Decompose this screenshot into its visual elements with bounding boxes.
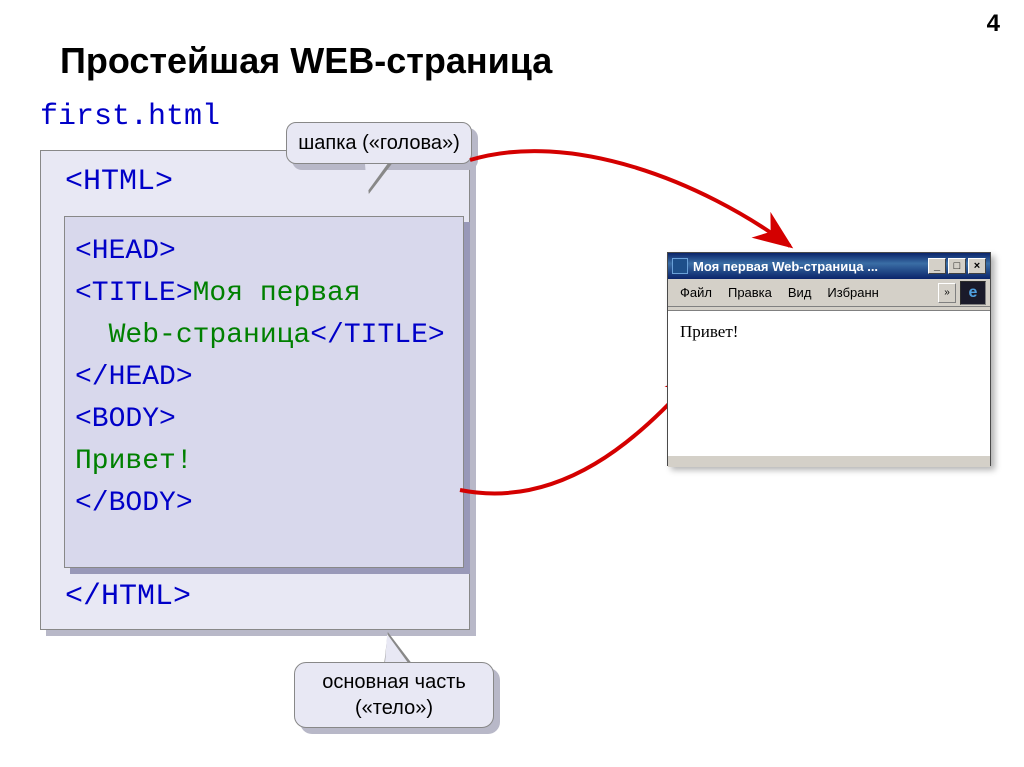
browser-window: Моя первая Web-страница ... _ □ × Файл П… — [667, 252, 991, 466]
browser-statusbar — [668, 455, 990, 467]
page-number: 4 — [987, 10, 1000, 38]
menu-edit[interactable]: Правка — [720, 283, 780, 302]
minimize-button[interactable]: _ — [928, 258, 946, 274]
code-inner-box: <HEAD> <TITLE>Моя первая Web-страница</T… — [64, 216, 464, 568]
code-html-close: </HTML> — [65, 580, 191, 614]
callout-bottom-line1: основная часть — [322, 669, 466, 695]
code-body-close: </BODY> — [75, 488, 193, 519]
code-title-text1: Моя первая — [193, 278, 361, 309]
code-title-text2: Web-страница — [109, 320, 311, 351]
browser-title-text: Моя первая Web-страница ... — [693, 259, 926, 274]
menu-view[interactable]: Вид — [780, 283, 820, 302]
code-title-open: <TITLE> — [75, 278, 193, 309]
browser-titlebar: Моя первая Web-страница ... _ □ × — [668, 253, 990, 279]
arrow-to-titlebar — [470, 151, 790, 246]
browser-menubar: Файл Правка Вид Избранн » e — [668, 279, 990, 307]
close-button[interactable]: × — [968, 258, 986, 274]
code-body-text: Привет! — [75, 446, 193, 477]
code-head-open: <HEAD> — [75, 236, 176, 267]
callout-bottom-line2: («тело») — [355, 695, 433, 721]
arrow-to-content — [460, 370, 700, 493]
code-head-close: </HEAD> — [75, 362, 193, 393]
ie-logo-icon: e — [960, 281, 986, 305]
callout-body-label: основная часть («тело») — [294, 662, 494, 728]
filename-label: first.html — [40, 100, 220, 134]
callout-head-label: шапка («голова») — [286, 122, 472, 164]
menu-favorites[interactable]: Избранн — [819, 283, 886, 302]
code-html-open: <HTML> — [65, 165, 173, 199]
maximize-button[interactable]: □ — [948, 258, 966, 274]
code-title-close: </TITLE> — [310, 320, 444, 351]
menu-file[interactable]: Файл — [672, 283, 720, 302]
slide-title: Простейшая WEB-страница — [60, 40, 552, 82]
code-body-open: <BODY> — [75, 404, 176, 435]
menu-overflow-icon[interactable]: » — [938, 283, 956, 303]
browser-content: Привет! — [668, 311, 990, 455]
browser-favicon-icon — [672, 258, 688, 274]
